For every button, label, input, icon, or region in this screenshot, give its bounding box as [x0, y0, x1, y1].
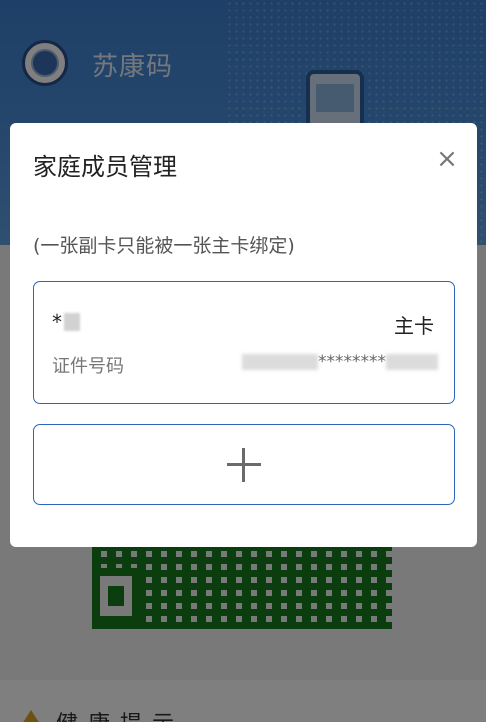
member-name: *	[52, 310, 80, 334]
id-masked-middle: ********	[318, 352, 386, 372]
id-number-value: ********	[242, 352, 438, 372]
redacted-id-start	[242, 354, 318, 370]
binding-note: (一张副卡只能被一张主卡绑定)	[33, 235, 295, 257]
dialog-title: 家庭成员管理	[33, 153, 177, 181]
member-card[interactable]: * 主卡 证件号码 ********	[33, 281, 455, 404]
redacted-name	[64, 313, 80, 331]
id-number-label: 证件号码	[52, 356, 124, 377]
add-member-button[interactable]	[33, 424, 455, 505]
redacted-id-end	[386, 354, 438, 370]
family-member-dialog: 家庭成员管理 × (一张副卡只能被一张主卡绑定) * 主卡 证件号码 *****…	[10, 123, 477, 547]
member-name-prefix: *	[52, 310, 62, 334]
plus-icon	[227, 447, 261, 482]
close-button[interactable]: ×	[435, 146, 459, 172]
member-role-badge: 主卡	[394, 314, 434, 338]
